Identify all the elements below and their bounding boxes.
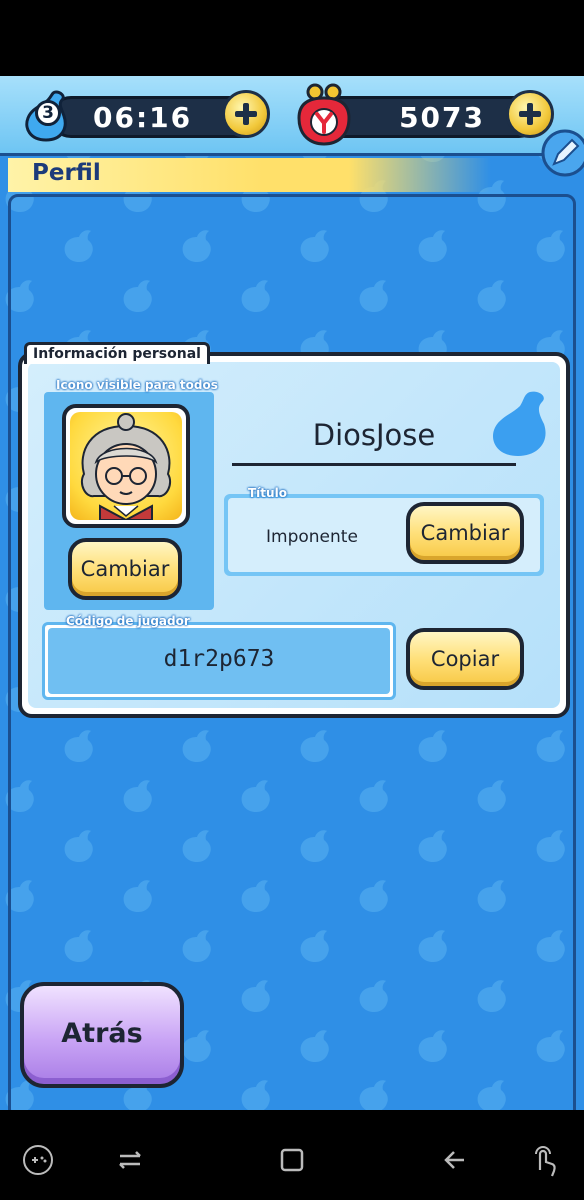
status-bar xyxy=(0,0,584,76)
stamina-count: 3 xyxy=(35,100,61,126)
add-stamina-button[interactable] xyxy=(222,90,270,138)
name-underline xyxy=(232,463,516,466)
home-icon[interactable] xyxy=(272,1140,312,1180)
game-screen: 06:16 3 5073 Perfil Información personal… xyxy=(0,76,584,1110)
top-bar: 06:16 3 5073 xyxy=(0,76,584,156)
copy-code-button[interactable]: Copiar xyxy=(406,628,524,690)
android-nav-bar xyxy=(0,1110,584,1200)
title-label: Título xyxy=(248,486,287,500)
change-title-button[interactable]: Cambiar xyxy=(406,502,524,564)
title-value: Imponente xyxy=(266,527,358,547)
section-label: Información personal xyxy=(24,342,210,364)
recents-icon[interactable] xyxy=(110,1140,150,1180)
player-code: d1r2p673 xyxy=(163,646,275,672)
coin-count: 5073 xyxy=(399,101,485,134)
change-icon-button[interactable]: Cambiar xyxy=(68,538,182,600)
page-title: Perfil xyxy=(32,160,101,186)
grandma-avatar-icon xyxy=(80,413,172,520)
gamepad-icon[interactable] xyxy=(18,1140,58,1180)
back-arrow-icon[interactable] xyxy=(436,1140,476,1180)
avatar-background xyxy=(70,412,182,520)
drop-decoration-icon xyxy=(493,391,546,456)
back-button[interactable]: Atrás xyxy=(20,982,184,1088)
avatar xyxy=(62,404,190,528)
player-code-label: Código de jugador xyxy=(66,614,190,628)
coin-purse-icon xyxy=(297,83,351,146)
player-name: DiosJose xyxy=(312,418,436,452)
stamina-timer: 06:16 xyxy=(93,101,193,134)
touch-gesture-icon[interactable] xyxy=(524,1140,564,1180)
icon-visibility-label: Icono visible para todos xyxy=(56,378,218,392)
